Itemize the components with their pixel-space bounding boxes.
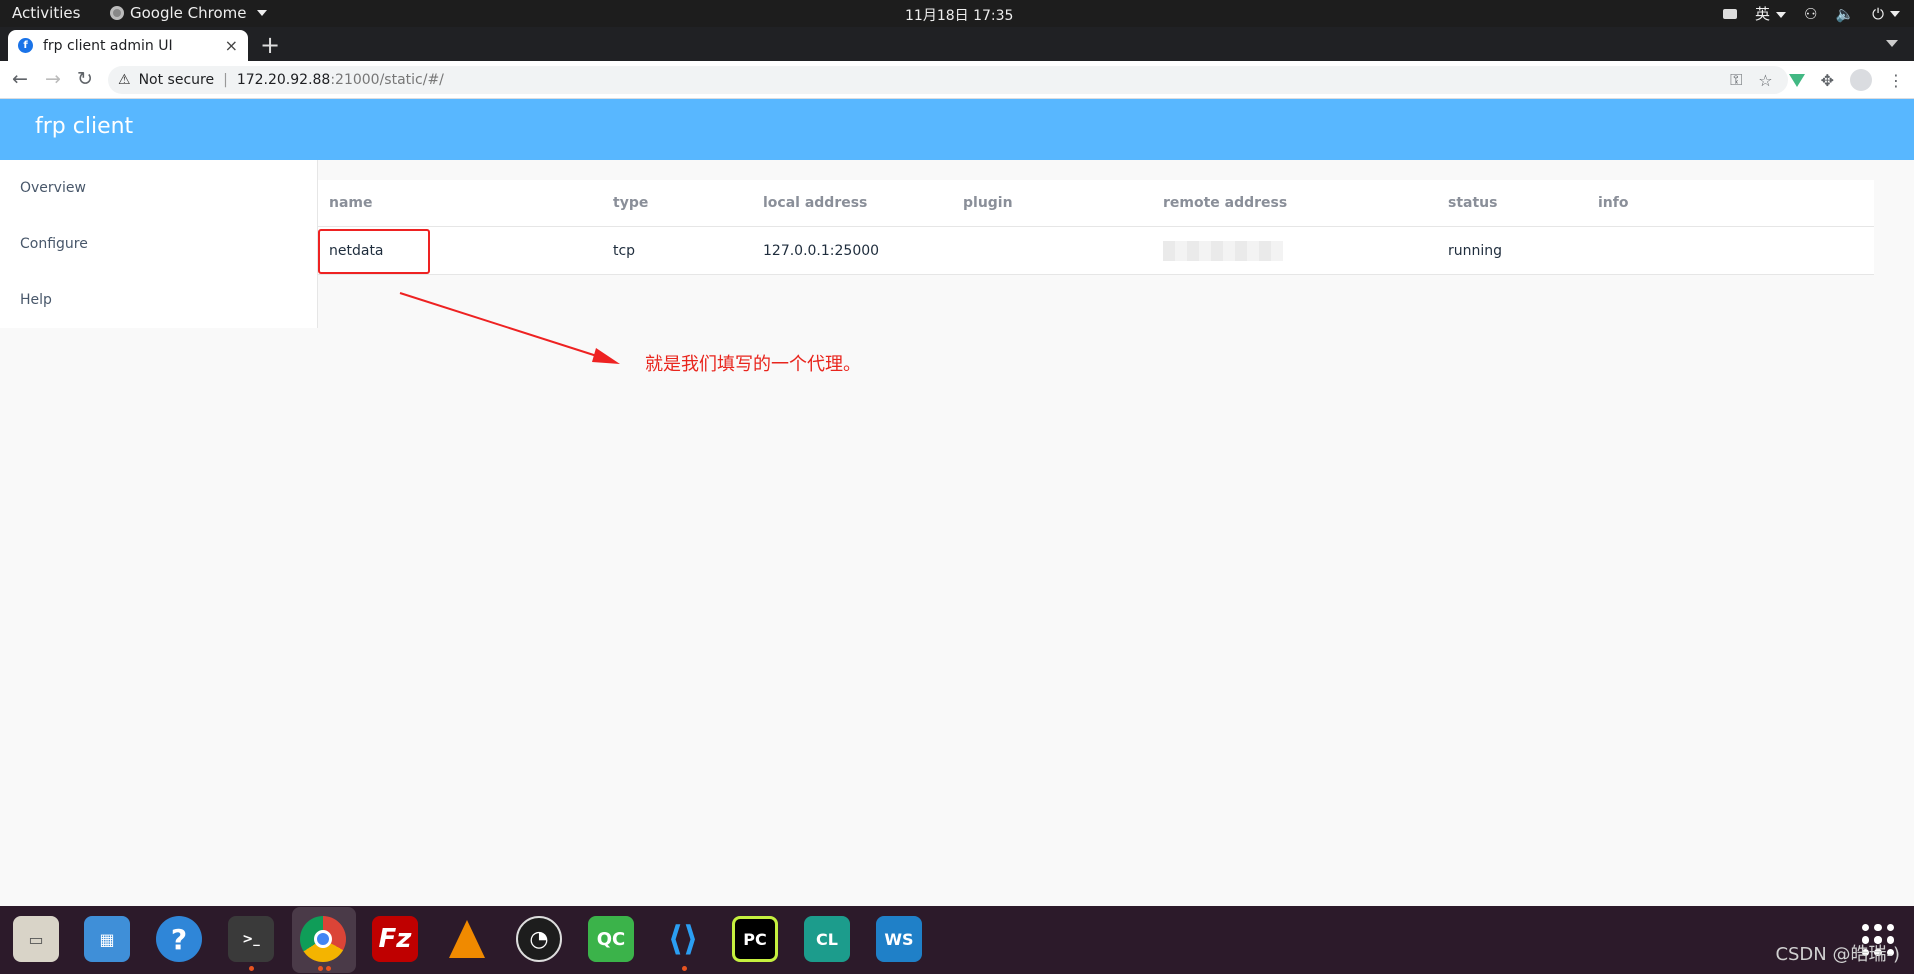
url-host: 172.20.92.88	[236, 72, 331, 88]
vlc-icon[interactable]	[444, 916, 490, 962]
column-header-remote-address[interactable]: remote address	[1152, 195, 1437, 211]
pycharm-icon[interactable]: PC	[732, 916, 778, 962]
filezilla-icon[interactable]: Fz	[372, 916, 418, 962]
favicon-icon: f	[18, 38, 33, 53]
table-row[interactable]: netdata tcp 127.0.0.1:25000 running	[318, 227, 1874, 275]
column-header-info[interactable]: info	[1587, 195, 1874, 211]
column-header-plugin[interactable]: plugin	[952, 195, 1152, 211]
new-tab-button[interactable]: +	[260, 31, 280, 59]
reload-icon[interactable]: ↻	[77, 68, 93, 90]
running-dot	[682, 966, 687, 971]
terminal-icon[interactable]: >_	[228, 916, 274, 962]
url-path: :21000/static/#/	[330, 72, 444, 88]
redacted-blur	[1163, 240, 1283, 261]
chrome-mini-icon	[110, 6, 124, 20]
csdn-watermark: CSDN @皓瑞-)	[1775, 944, 1900, 965]
tab-strip: f frp client admin UI × +	[0, 27, 1914, 61]
keyboard-icon[interactable]	[1722, 8, 1737, 19]
toolbar-actions: ⚿ ☆ ✥ ⋮	[1730, 69, 1904, 91]
security-label: Not secure	[138, 72, 215, 88]
files-icon[interactable]: ▭	[13, 916, 59, 962]
sidebar-item-help[interactable]: Help	[0, 272, 317, 328]
vue-devtools-icon[interactable]	[1788, 73, 1805, 87]
column-header-type[interactable]: type	[602, 195, 752, 211]
dock: ▭ ▦ ? >_ Fz ◔ QC ⟨⟩ PC CL WS CSDN @皓瑞-)	[0, 906, 1914, 974]
column-header-local-address[interactable]: local address	[752, 195, 952, 211]
activities-button[interactable]: Activities	[12, 4, 80, 22]
browser-toolbar: ← → ↻ ⚠ Not secure | 172.20.92.88 :21000…	[0, 61, 1914, 99]
annotation-text: 就是我们填写的一个代理。	[645, 354, 861, 375]
input-method-indicator[interactable]: 英	[1755, 3, 1786, 24]
close-icon[interactable]: ×	[225, 36, 238, 55]
cell-local-address: 127.0.0.1:25000	[763, 242, 880, 259]
help-icon[interactable]: ?	[156, 916, 202, 962]
sidebar-item-configure[interactable]: Configure	[0, 216, 317, 272]
network-icon[interactable]: ⚇	[1804, 5, 1817, 23]
tab-search-icon[interactable]	[1886, 40, 1898, 47]
system-top-bar: Activities Google Chrome 11月18日 17:35 英 …	[0, 0, 1914, 27]
address-bar[interactable]: ⚠ Not secure | 172.20.92.88 :21000/stati…	[108, 66, 1788, 94]
table-header: name type local address plugin remote ad…	[318, 180, 1874, 227]
qtcreator-icon[interactable]: QC	[588, 916, 634, 962]
app-menu[interactable]: Google Chrome	[110, 4, 267, 22]
extensions-icon[interactable]: ✥	[1821, 71, 1834, 90]
back-arrow-icon[interactable]: ←	[12, 68, 28, 90]
running-dot	[318, 966, 323, 971]
column-header-status[interactable]: status	[1437, 195, 1587, 211]
tab-title: frp client admin UI	[43, 37, 173, 54]
chevron-down-icon	[256, 10, 267, 16]
app-menu-label: Google Chrome	[130, 4, 247, 22]
vscode-icon[interactable]: ⟨⟩	[660, 916, 706, 962]
clion-icon[interactable]: CL	[804, 916, 850, 962]
cell-remote-address	[1152, 240, 1437, 261]
annotation-highlight-box	[318, 229, 430, 274]
proxy-table: name type local address plugin remote ad…	[318, 180, 1874, 275]
column-header-name[interactable]: name	[318, 195, 602, 211]
system-tray: 英 ⚇ 🔈 ⏻	[1722, 3, 1900, 24]
power-icon[interactable]: ⏻	[1872, 5, 1900, 23]
url-separator: |	[223, 72, 228, 88]
cell-type: tcp	[613, 242, 636, 259]
forward-arrow-icon[interactable]: →	[45, 68, 61, 90]
star-icon[interactable]: ☆	[1758, 71, 1772, 90]
clock[interactable]: 11月18日 17:35	[905, 5, 1013, 25]
webstorm-icon[interactable]: WS	[876, 916, 922, 962]
running-dot	[326, 966, 331, 971]
warning-icon[interactable]: ⚠	[118, 72, 131, 88]
key-icon[interactable]: ⚿	[1730, 70, 1742, 90]
chrome-icon[interactable]	[300, 916, 346, 962]
app-brand: frp client	[35, 114, 134, 139]
sidebar-item-overview[interactable]: Overview	[0, 160, 317, 216]
software-store-icon[interactable]: ▦	[84, 916, 130, 962]
tab-frp-admin[interactable]: f frp client admin UI ×	[8, 30, 248, 61]
cell-status: running	[1448, 242, 1503, 259]
app-header: frp client	[0, 99, 1914, 160]
more-menu-icon[interactable]: ⋮	[1888, 71, 1904, 90]
sidebar: Overview Configure Help	[0, 160, 318, 328]
running-dot	[249, 966, 254, 971]
volume-icon[interactable]: 🔈	[1835, 5, 1854, 23]
profile-avatar[interactable]	[1850, 69, 1872, 91]
obs-icon[interactable]: ◔	[516, 916, 562, 962]
